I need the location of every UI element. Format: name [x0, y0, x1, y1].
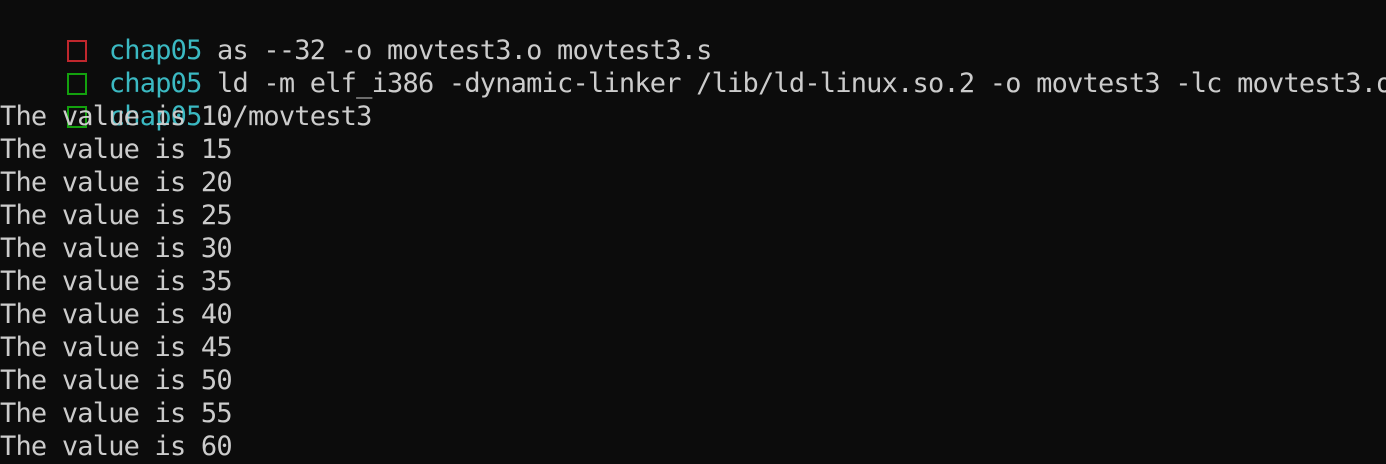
prompt-line: chap05 ld -m elf_i386 -dynamic-linker /l… [0, 34, 1386, 99]
output-line: The value is 55 [0, 398, 233, 429]
output-line: The value is 15 [0, 134, 233, 165]
command-text: ./movtest3 [217, 101, 372, 132]
output-line: The value is 50 [0, 365, 233, 396]
output-line: The value is 40 [0, 299, 233, 330]
prompt-line: chap05 ./movtest3 [0, 67, 372, 132]
output-line: The value is 25 [0, 200, 233, 231]
output-line: The value is 30 [0, 233, 233, 264]
output-line: The value is 10 [0, 101, 233, 132]
prompt-line: chap05 as --32 -o movtest3.o movtest3.s [0, 1, 712, 66]
output-line: The value is 45 [0, 332, 233, 363]
output-line: The value is 35 [0, 266, 233, 297]
terminal-window[interactable]: chap05 as --32 -o movtest3.o movtest3.s … [0, 0, 1386, 464]
command-text: ld -m elf_i386 -dynamic-linker /lib/ld-l… [217, 68, 1386, 99]
output-line: The value is 60 [0, 431, 233, 462]
output-line: The value is 20 [0, 167, 233, 198]
